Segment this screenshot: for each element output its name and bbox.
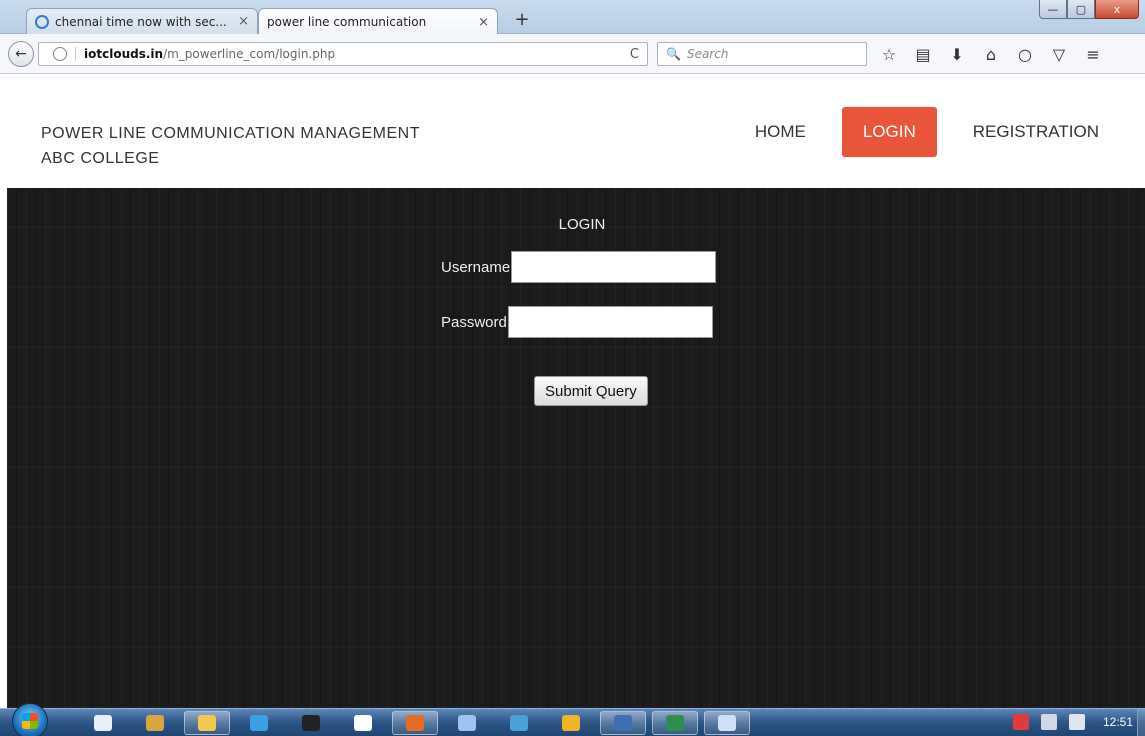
taskbar-folder-button[interactable] [184, 711, 230, 735]
new-tab-button[interactable]: + [510, 9, 534, 31]
tab-power-line[interactable]: power line communication × [258, 8, 498, 35]
network-icon [458, 715, 476, 731]
login-panel: LOGIN Username Password Submit Query [7, 188, 1145, 708]
windows-taskbar: 12:51 [0, 703, 1145, 736]
word-icon [354, 715, 372, 731]
package-icon [146, 715, 164, 731]
star-icon[interactable]: ☆ [878, 43, 900, 65]
username-row: Username [441, 251, 717, 283]
maximize-button[interactable]: ▢ [1067, 0, 1095, 19]
main-nav: HOME LOGIN REGISTRATION [735, 107, 1145, 157]
taskbar-word-button[interactable] [340, 711, 386, 735]
site-identity-icon[interactable] [53, 47, 67, 61]
url-path: /m_powerline_com/login.php [163, 47, 336, 61]
window-controls: — ▢ x [1039, 0, 1139, 19]
taskbar-firefox-button[interactable] [392, 711, 438, 735]
page-edge [0, 188, 7, 708]
url-host: iotclouds.in [84, 47, 164, 61]
reload-icon[interactable]: C [630, 47, 639, 62]
reading-list-icon[interactable]: ▤ [912, 43, 934, 65]
close-window-button[interactable]: x [1095, 0, 1139, 19]
search-icon: 🔍 [666, 47, 681, 61]
system-tray [1013, 714, 1085, 730]
clock[interactable]: 12:51 [1103, 715, 1133, 729]
nav-home[interactable]: HOME [735, 107, 826, 157]
taskbar-items [80, 711, 750, 735]
taskbar-ie-button[interactable] [236, 711, 282, 735]
tab-title: power line communication [267, 15, 427, 29]
minimize-button[interactable]: — [1039, 0, 1067, 19]
start-button[interactable] [12, 703, 48, 736]
taskbar-document-button[interactable] [704, 711, 750, 735]
browser-nav-bar: ← iotclouds.in /m_powerline_com/login.ph… [0, 34, 1145, 74]
search-placeholder: Search [686, 47, 729, 61]
close-tab-icon[interactable]: × [478, 15, 489, 30]
browser-toolbar: ☆ ▤ ⬇ ⌂ ○ ▽ ≡ [878, 43, 1104, 65]
taskbar-excel-button[interactable] [652, 711, 698, 735]
network-tray-icon[interactable] [1041, 714, 1057, 730]
pen-icon [302, 715, 320, 731]
paint-icon [562, 715, 580, 731]
ie-icon [250, 715, 268, 731]
document-icon [718, 715, 736, 731]
taskbar-network-button[interactable] [444, 711, 490, 735]
visio-icon [614, 715, 632, 731]
flag-icon[interactable] [1013, 714, 1029, 730]
taskbar-app-button[interactable] [496, 711, 542, 735]
address-bar[interactable]: iotclouds.in /m_powerline_com/login.php … [38, 42, 648, 66]
show-desktop-button[interactable] [1137, 709, 1145, 736]
taskbar-paint-button[interactable] [548, 711, 594, 735]
login-heading: LOGIN [558, 216, 606, 233]
excel-icon [666, 715, 684, 731]
download-icon[interactable]: ⬇ [946, 43, 968, 65]
nav-registration[interactable]: REGISTRATION [953, 107, 1119, 157]
loading-icon [35, 14, 49, 29]
browser-tab-strip: chennai time now with sec... × power lin… [0, 0, 1145, 35]
close-tab-icon[interactable]: × [238, 14, 249, 29]
app-icon [510, 715, 528, 731]
home-icon[interactable]: ⌂ [980, 43, 1002, 65]
search-input[interactable]: 🔍 Search [657, 42, 867, 66]
back-button[interactable]: ← [8, 41, 34, 67]
password-row: Password [441, 306, 713, 338]
tab-title: chennai time now with sec... [55, 14, 227, 29]
url-separator [75, 47, 76, 61]
firefox-icon [406, 715, 424, 731]
site-title: POWER LINE COMMUNICATION MANAGEMENT ABC … [41, 121, 420, 171]
explorer-icon [94, 715, 112, 731]
site-title-line1: POWER LINE COMMUNICATION MANAGEMENT [41, 125, 420, 142]
tab-chennai-time[interactable]: chennai time now with sec... × [26, 8, 258, 34]
windows-logo-icon [22, 713, 38, 729]
site-title-line2: ABC COLLEGE [41, 150, 160, 167]
password-input[interactable] [507, 306, 713, 338]
chat-icon[interactable]: ○ [1014, 43, 1036, 65]
submit-button[interactable]: Submit Query [534, 376, 648, 406]
taskbar-visio-button[interactable] [600, 711, 646, 735]
nav-login[interactable]: LOGIN [841, 107, 937, 157]
volume-muted-icon[interactable] [1069, 714, 1085, 730]
menu-icon[interactable]: ≡ [1082, 43, 1104, 65]
site-header: POWER LINE COMMUNICATION MANAGEMENT ABC … [0, 75, 1145, 188]
username-input[interactable] [511, 251, 717, 283]
pocket-icon[interactable]: ▽ [1048, 43, 1070, 65]
username-label: Username [441, 258, 511, 276]
folder-icon [198, 715, 216, 731]
taskbar-package-button[interactable] [132, 711, 178, 735]
taskbar-explorer-button[interactable] [80, 711, 126, 735]
password-label: Password [441, 313, 507, 331]
taskbar-pen-button[interactable] [288, 711, 334, 735]
